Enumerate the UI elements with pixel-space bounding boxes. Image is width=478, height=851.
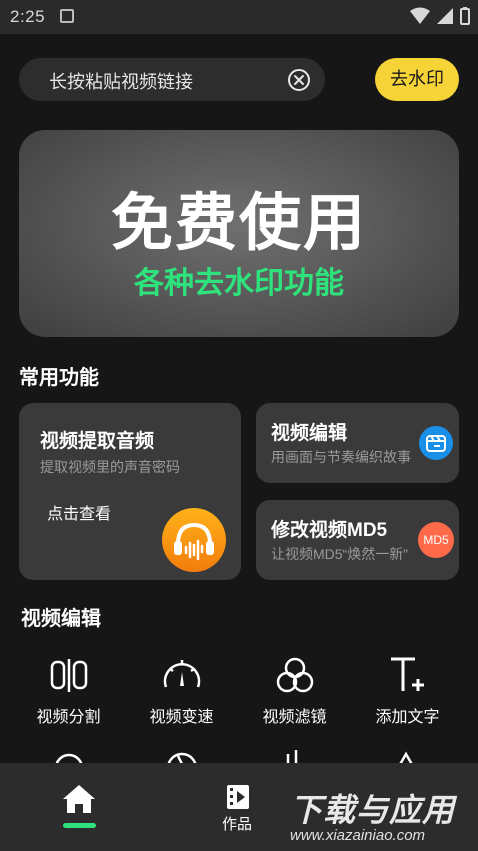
status-icons: [410, 7, 470, 25]
tools-row: 视频分割 视频变速 视频滤镜 添加文字: [0, 655, 478, 735]
video-edit-icon: [419, 426, 453, 460]
common-features-title: 常用功能: [19, 367, 99, 389]
status-bar: 2:25: [0, 0, 478, 34]
status-time: 2:25: [10, 7, 46, 26]
md5-badge-icon: MD5: [418, 522, 454, 558]
tool-label: 视频变速: [149, 709, 214, 726]
tool-video-split[interactable]: 视频分割: [12, 655, 125, 735]
signal-icon: [437, 8, 453, 24]
site-watermark: 下载与应用 www.xiazainiao.com: [286, 779, 474, 849]
promo-banner[interactable]: 免费使用 各种去水印功能: [19, 130, 459, 337]
extract-audio-title: 视频提取音频: [40, 431, 155, 452]
clear-icon[interactable]: [287, 68, 311, 92]
tool-video-filter[interactable]: 视频滤镜: [238, 655, 351, 735]
nav-works-label: 作品: [222, 816, 253, 833]
tool-label: 视频滤镜: [262, 709, 327, 726]
tool-label: 添加文字: [375, 709, 440, 726]
video-edit-title: 视频编辑: [271, 423, 348, 444]
wifi-icon: [410, 7, 430, 24]
watermark-text: 下载与应用: [290, 792, 456, 828]
modify-md5-desc: 让视频MD5“焕然一新”: [271, 546, 408, 562]
nav-active-indicator: [63, 823, 96, 828]
video-edit-desc: 用画面与节奏编织故事: [271, 449, 411, 465]
extract-audio-desc: 提取视频里的声音密码: [40, 459, 180, 475]
battery-icon: [460, 7, 470, 25]
banner-title: 免费使用: [110, 189, 367, 258]
modify-md5-title: 修改视频MD5: [271, 520, 388, 541]
modify-md5-card[interactable]: 修改视频MD5 让视频MD5“焕然一新” MD5: [256, 500, 459, 580]
filter-icon: [276, 657, 314, 693]
banner-subtitle: 各种去水印功能: [134, 267, 344, 300]
add-text-icon: [391, 657, 424, 691]
search-placeholder: 长按粘贴视频链接: [49, 72, 193, 92]
video-edit-card[interactable]: 视频编辑 用画面与节奏编织故事: [256, 403, 459, 483]
remove-watermark-button[interactable]: 去水印: [375, 58, 459, 101]
tool-label: 视频分割: [36, 709, 101, 726]
tool-video-speed[interactable]: 视频变速: [125, 655, 238, 735]
watermark-url: www.xiazainiao.com: [290, 827, 426, 844]
home-icon: [63, 785, 95, 813]
speedometer-icon: [163, 660, 201, 688]
works-icon: [227, 785, 249, 809]
video-edit-section-title: 视频编辑: [21, 608, 101, 630]
search-input[interactable]: 长按粘贴视频链接: [19, 58, 325, 101]
extract-audio-card[interactable]: 视频提取音频 提取视频里的声音密码 点击查看: [19, 403, 241, 580]
notification-icon: [60, 9, 74, 23]
split-icon: [50, 659, 88, 692]
audio-headphone-icon: [162, 508, 226, 572]
view-details-link[interactable]: 点击查看: [47, 500, 111, 524]
tool-add-text[interactable]: 添加文字: [351, 655, 464, 735]
